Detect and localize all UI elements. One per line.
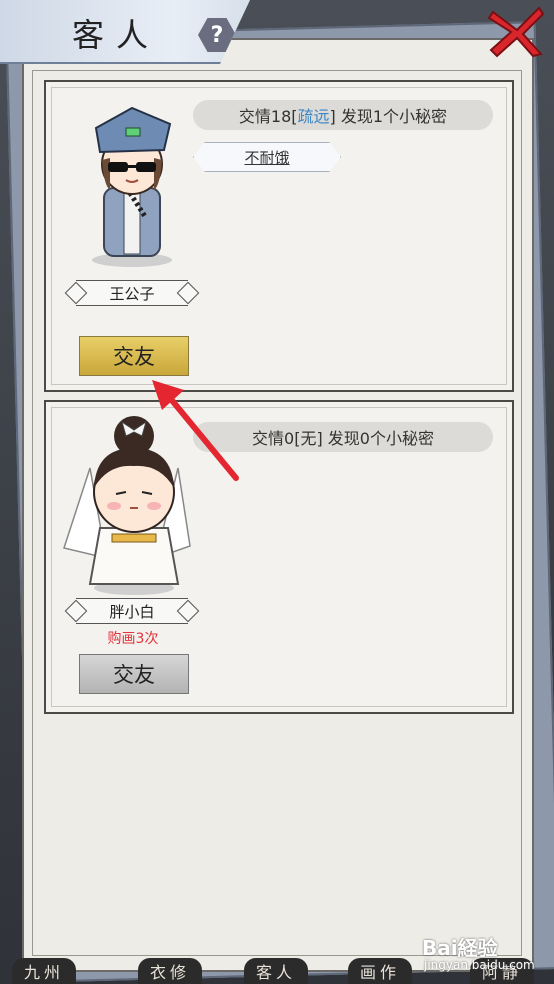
tab-jiuzhou[interactable]: 九州 (12, 958, 76, 984)
watermark-brand: Bai経验 (422, 936, 498, 960)
tab-yixiu[interactable]: 衣修 (138, 958, 202, 984)
tab-guests[interactable]: 客人 (244, 958, 308, 984)
watermark-url: jingyan.baidu.com (424, 958, 535, 972)
annotation-arrow (152, 380, 239, 481)
tab-paintings[interactable]: 画作 (348, 958, 412, 984)
